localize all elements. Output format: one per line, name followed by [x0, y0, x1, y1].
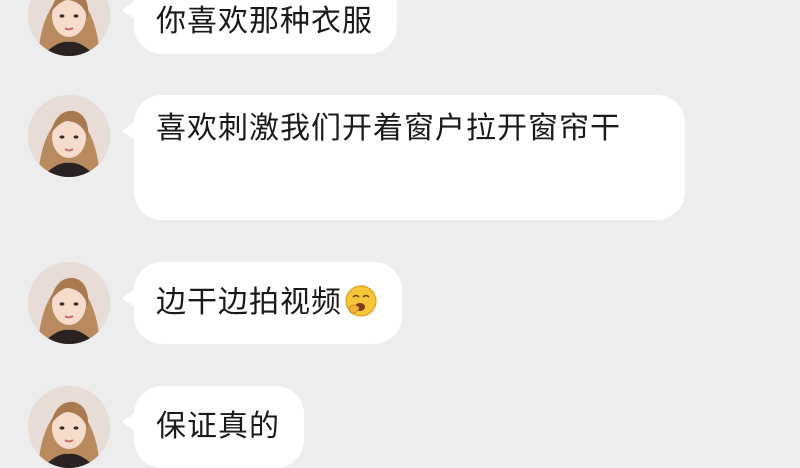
avatar[interactable] [28, 386, 110, 468]
message-text: 保证真的 [156, 409, 280, 444]
avatar-image [28, 262, 110, 344]
message-bubble[interactable]: 你喜欢那种衣服 [122, 0, 397, 54]
avatar-image [28, 0, 110, 56]
yawning-face-emoji-icon [345, 285, 377, 317]
message-row: 保证真的 [0, 386, 800, 468]
message-text: 边干边拍视频 [156, 285, 342, 320]
message-bubble[interactable]: 喜欢刺激我们开着窗户拉开窗帘干 [122, 95, 685, 220]
avatar[interactable] [28, 262, 110, 344]
message-row: 你喜欢那种衣服 [0, 0, 800, 64]
avatar[interactable] [28, 0, 110, 56]
avatar-image [28, 95, 110, 177]
message-row: 边干边拍视频 [0, 262, 800, 352]
message-text: 喜欢刺激我们开着窗户拉开窗帘干 [156, 111, 621, 146]
avatar[interactable] [28, 95, 110, 177]
message-text: 你喜欢那种衣服 [156, 4, 373, 39]
message-bubble[interactable]: 边干边拍视频 [122, 262, 402, 344]
message-row: 喜欢刺激我们开着窗户拉开窗帘干 [0, 95, 800, 225]
avatar-image [28, 386, 110, 468]
message-bubble[interactable]: 保证真的 [122, 386, 304, 468]
